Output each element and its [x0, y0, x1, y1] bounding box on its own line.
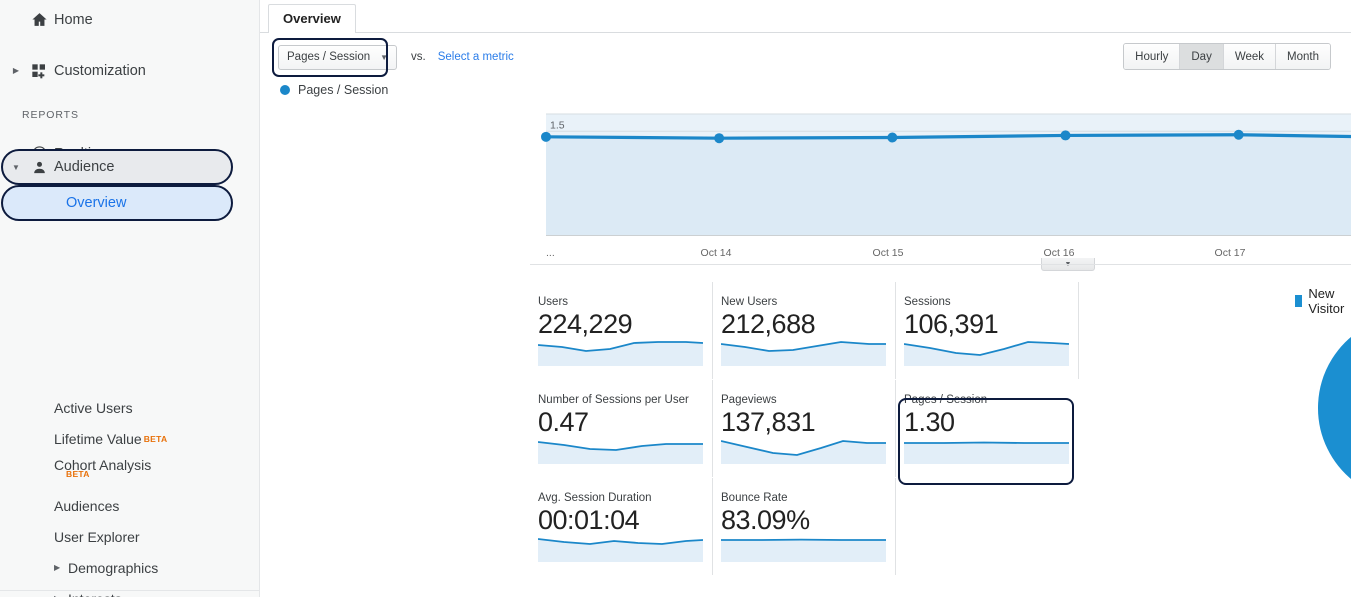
metric-card-row: Users 224,229 New Users 212,688 Sessions…: [530, 282, 1170, 379]
sidebar-item-lifetime-value[interactable]: Lifetime Value BETA: [0, 423, 259, 454]
sidebar-item-label: Demographics: [68, 559, 159, 576]
sidebar-item-audiences[interactable]: Audiences: [0, 490, 259, 521]
legend-swatch-new-visitor: [1295, 295, 1303, 307]
metric-cards: Users 224,229 New Users 212,688 Sessions…: [530, 282, 1170, 575]
range-button-week[interactable]: Week: [1223, 44, 1277, 69]
metric-card-pageviews[interactable]: Pageviews 137,831: [713, 380, 896, 477]
sidebar-item-user-explorer[interactable]: User Explorer: [0, 521, 259, 552]
person-icon: [24, 160, 54, 175]
x-tick-label: Oct 17: [1214, 247, 1246, 259]
sidebar-item-label: Customization: [54, 62, 146, 79]
sidebar-item-home[interactable]: Home: [0, 2, 259, 37]
sidebar-item-label: Audiences: [54, 497, 120, 514]
metric-card-title: Bounce Rate: [721, 492, 788, 504]
metric-card-title: Pages / Session: [904, 394, 988, 406]
date-granularity-buttons: Hourly Day Week Month: [1123, 43, 1331, 70]
chart-toolbar: Pages / Session ▼ vs. Select a metric Ho…: [260, 33, 1351, 81]
range-button-day[interactable]: Day: [1180, 44, 1224, 69]
legend-color-dot: [280, 85, 290, 95]
sidebar: Home ▶ Customization REPORTS ▶: [0, 0, 260, 597]
pages-per-session-line-chart[interactable]: 1.510.5: [538, 110, 1351, 245]
beta-badge: BETA: [66, 469, 90, 479]
sidebar-item-overview[interactable]: Overview: [66, 185, 126, 221]
chart-legend: Pages / Session: [260, 79, 1351, 101]
sidebar-item-label: Home: [54, 11, 93, 28]
metric-card-sessions[interactable]: Sessions 106,391: [896, 282, 1079, 379]
sidebar-item-label: Overview: [66, 195, 127, 211]
metric-card-pages-per-session[interactable]: Pages / Session 1.30: [896, 380, 1079, 477]
sidebar-item-cohort-analysis[interactable]: Cohort Analysis BETA: [0, 454, 259, 490]
sparkline: [721, 538, 886, 562]
range-button-hourly[interactable]: Hourly: [1124, 44, 1181, 69]
metric-card-new-users[interactable]: New Users 212,688: [713, 282, 896, 379]
sparkline: [538, 441, 703, 464]
legend-label: Pages / Session: [298, 83, 389, 97]
metric-card-avg-session-duration[interactable]: Avg. Session Duration 00:01:04: [530, 478, 713, 575]
metric-card-row: Number of Sessions per User 0.47 Pagevie…: [530, 380, 1170, 477]
metric-card-title: Number of Sessions per User: [538, 394, 689, 406]
metric-card-empty: [896, 478, 1079, 575]
sidebar-bottom-divider: [0, 590, 259, 591]
home-icon: [24, 11, 54, 28]
metric-card-users[interactable]: Users 224,229: [530, 282, 713, 379]
sparkline: [721, 341, 886, 366]
main-content: Overview Pages / Session ▼ vs. Select a …: [260, 0, 1351, 597]
metric-card-bounce-rate[interactable]: Bounce Rate 83.09%: [713, 478, 896, 575]
metric-card-row: Avg. Session Duration 00:01:04 Bounce Ra…: [530, 478, 1170, 575]
metric-card-title: Users: [538, 296, 569, 308]
chevron-right-icon[interactable]: ▶: [8, 66, 24, 75]
sidebar-item-label: User Explorer: [54, 528, 140, 545]
vs-label: vs.: [411, 51, 426, 63]
chart-bottom-divider: [530, 264, 1351, 265]
select-a-metric-link[interactable]: Select a metric: [438, 51, 514, 63]
sidebar-item-customization[interactable]: ▶ Customization: [0, 53, 259, 88]
sparkline: [721, 440, 886, 464]
svg-text:1.5: 1.5: [550, 119, 565, 131]
sidebar-item-audience[interactable]: ▼ Audience: [8, 149, 114, 185]
sidebar-section-reports: REPORTS: [22, 109, 79, 121]
metric-card-sessions-per-user[interactable]: Number of Sessions per User 0.47: [530, 380, 713, 477]
metric-selector-wrap: Pages / Session ▼: [272, 37, 398, 77]
sparkline: [538, 341, 703, 366]
chevron-right-icon[interactable]: ▶: [54, 563, 68, 572]
sparkline: [904, 341, 1069, 366]
metric-card-title: Sessions: [904, 296, 951, 308]
metric-card-title: Pageviews: [721, 394, 777, 406]
sidebar-item-demographics[interactable]: ▶ Demographics: [0, 552, 259, 583]
tab-overview[interactable]: Overview: [268, 4, 356, 33]
chevron-down-icon: ▼: [380, 52, 389, 62]
beta-badge: BETA: [143, 433, 168, 444]
analytics-app: Home ▶ Customization REPORTS ▶: [0, 0, 1351, 597]
line-chart-svg: 1.510.5: [541, 113, 1351, 236]
sidebar-item-label: Active Users: [54, 399, 133, 416]
metric-card-title: New Users: [721, 296, 778, 308]
metric-card-title: Avg. Session Duration: [538, 492, 652, 504]
sidebar-item-label: Interests: [68, 591, 122, 597]
sidebar-item-label: Lifetime Value: [54, 430, 142, 447]
sidebar-item-active-users[interactable]: Active Users: [0, 392, 259, 423]
pie-chart-svg: [1316, 334, 1351, 482]
chevron-down-icon[interactable]: ▼: [8, 163, 24, 172]
metric-selector[interactable]: Pages / Session ▼: [278, 44, 398, 70]
x-tick-label: Oct 15: [872, 247, 904, 259]
metric-selector-label: Pages / Session: [287, 51, 371, 63]
sparkline: [538, 538, 703, 562]
sparkline: [904, 441, 1069, 464]
x-tick-leading: ...: [546, 247, 555, 259]
tab-bar: Overview: [260, 0, 1351, 33]
range-button-month[interactable]: Month: [1276, 44, 1330, 69]
x-tick-label: Oct 14: [700, 247, 732, 259]
sidebar-item-label: Audience: [54, 159, 115, 175]
new-vs-returning-pie-chart[interactable]: 9% 91%: [1315, 312, 1351, 504]
customization-icon: [24, 63, 54, 79]
